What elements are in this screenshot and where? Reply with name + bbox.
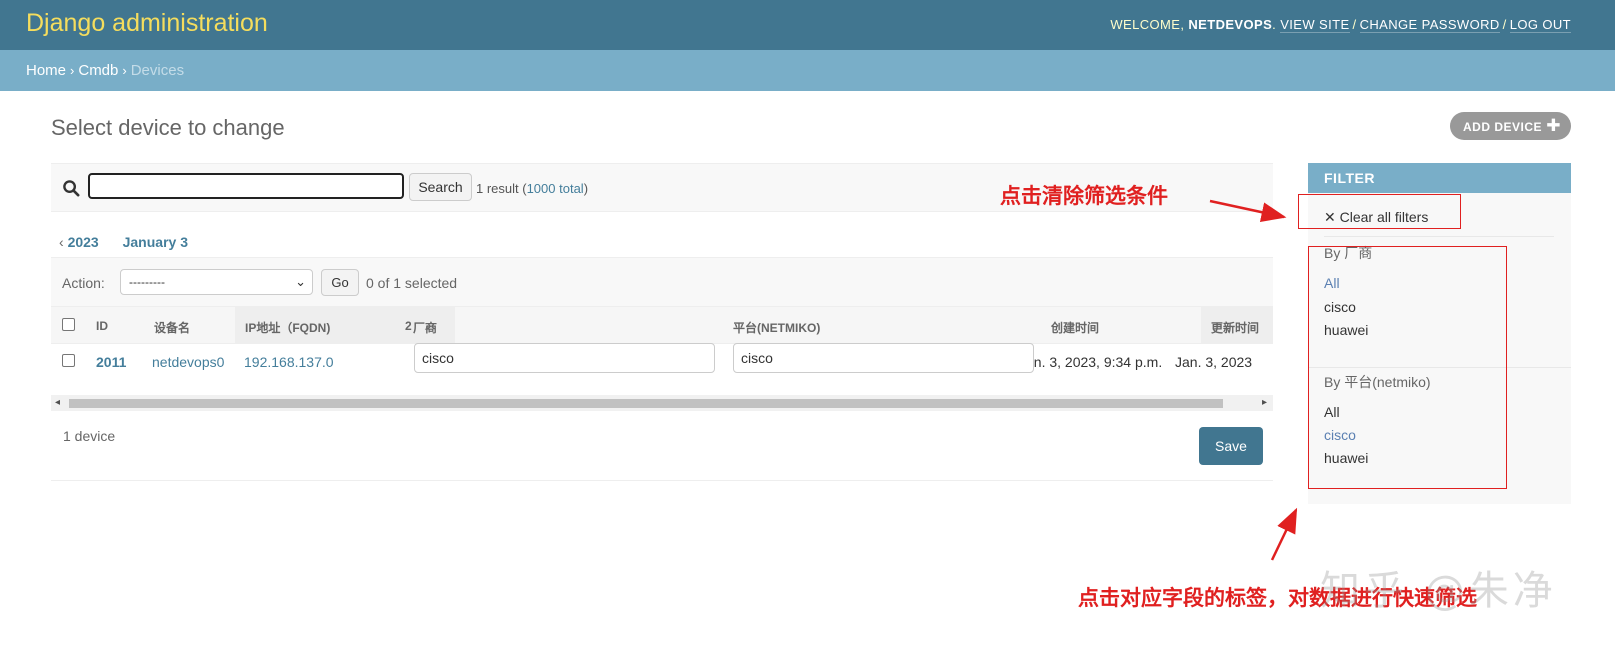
- column-platform[interactable]: 平台(NETMIKO): [733, 307, 820, 344]
- selected-count: 0 of 1 selected: [366, 275, 458, 291]
- paginator: 1 device Save: [51, 411, 1273, 481]
- row-created: Jan. 3, 2023, 9:34 p.m.: [1019, 354, 1163, 370]
- search-input[interactable]: [88, 173, 404, 199]
- search-icon: [63, 180, 80, 197]
- row-ip: 192.168.137.0: [244, 354, 334, 370]
- action-selected-value: ---------: [129, 275, 165, 289]
- scroll-left-icon[interactable]: ◂: [55, 397, 60, 408]
- table-header: ID 设备名 IP地址（FQDN) 2 ▲ 厂商 平台(NETMIKO) 创建时…: [51, 307, 1273, 344]
- column-ip[interactable]: IP地址（FQDN): [235, 307, 401, 344]
- column-updated[interactable]: 更新时间: [1201, 307, 1273, 344]
- scroll-right-icon[interactable]: ▸: [1262, 397, 1267, 408]
- log-out-link[interactable]: LOG OUT: [1509, 17, 1571, 33]
- save-button[interactable]: Save: [1199, 427, 1263, 465]
- add-device-button[interactable]: ADD DEVICE ✚: [1450, 112, 1571, 140]
- result-prefix: 1 result (: [476, 181, 527, 196]
- column-device-name[interactable]: 设备名: [154, 307, 190, 344]
- action-label: Action:: [62, 275, 105, 291]
- actions-bar: Action: --------- ⌄ Go 0 of 1 selected: [51, 258, 1273, 307]
- result-count: 1 result (1000 total): [476, 181, 588, 196]
- annotation-highlight-filters: [1308, 246, 1507, 489]
- date-current[interactable]: January 3: [123, 234, 188, 250]
- add-device-label: ADD DEVICE: [1463, 120, 1543, 134]
- horizontal-scrollbar[interactable]: ◂ ▸: [51, 395, 1273, 411]
- results-table: ID 设备名 IP地址（FQDN) 2 ▲ 厂商 平台(NETMIKO) 创建时…: [51, 307, 1273, 411]
- column-created[interactable]: 创建时间: [1051, 307, 1099, 344]
- watermark: 知乎 @朱净: [1320, 568, 1557, 614]
- annotation-highlight-clear: [1298, 194, 1461, 229]
- row-updated: Jan. 3, 2023: [1175, 354, 1253, 370]
- column-updated-label: 更新时间: [1211, 321, 1260, 335]
- vendor-field[interactable]: cisco: [414, 343, 715, 373]
- row-checkbox[interactable]: [62, 354, 75, 367]
- divider: [1324, 236, 1554, 237]
- column-ip-label: IP地址（FQDN): [245, 321, 331, 335]
- row-device-name: netdevops0: [152, 354, 225, 370]
- platform-field[interactable]: cisco: [733, 343, 1034, 373]
- result-total: 1 device: [63, 428, 116, 444]
- change-password-link[interactable]: CHANGE PASSWORD: [1359, 17, 1500, 33]
- filter-header: FILTER: [1308, 163, 1571, 193]
- go-button[interactable]: Go: [321, 269, 359, 296]
- breadcrumb-app[interactable]: Cmdb: [78, 62, 118, 79]
- breadcrumb-current: Devices: [130, 62, 185, 79]
- view-site-link[interactable]: VIEW SITE: [1280, 17, 1350, 33]
- page-title: Select device to change: [51, 115, 285, 140]
- breadcrumb: Home › Cmdb › Devices: [0, 50, 1615, 91]
- breadcrumb-home[interactable]: Home: [26, 62, 66, 79]
- date-hierarchy: ‹ 2023 January 3: [51, 212, 1273, 258]
- site-header: Django administration WELCOME, NETDEVOPS…: [0, 0, 1615, 50]
- column-vendor[interactable]: 厂商: [413, 307, 437, 344]
- arrow-to-filter-options: [1270, 507, 1298, 561]
- plus-icon: ✚: [1546, 116, 1561, 135]
- annotation-clear-note: 点击清除筛选条件: [1000, 184, 1168, 208]
- result-suffix: ): [583, 181, 589, 196]
- select-all-checkbox[interactable]: [62, 318, 75, 331]
- sort-priority: 2: [405, 319, 412, 333]
- chevron-left-icon: ‹: [59, 234, 64, 250]
- username: NETDEVOPS: [1188, 17, 1273, 32]
- row-id-link[interactable]: 2011: [96, 354, 126, 370]
- user-tools: WELCOME, NETDEVOPS. VIEW SITE / CHANGE PAS…: [1110, 17, 1571, 33]
- total-link[interactable]: 1000 total: [527, 181, 584, 196]
- site-brand[interactable]: Django administration: [26, 9, 268, 38]
- date-back-label: 2023: [67, 234, 99, 250]
- action-select[interactable]: --------- ⌄: [120, 269, 313, 295]
- column-id[interactable]: ID: [96, 307, 108, 344]
- date-back-link[interactable]: ‹ 2023: [59, 234, 99, 250]
- welcome-text: WELCOME,: [1110, 17, 1185, 32]
- chevron-down-icon: ⌄: [295, 274, 306, 289]
- search-button[interactable]: Search: [409, 173, 472, 201]
- scrollbar-thumb[interactable]: [69, 399, 1223, 408]
